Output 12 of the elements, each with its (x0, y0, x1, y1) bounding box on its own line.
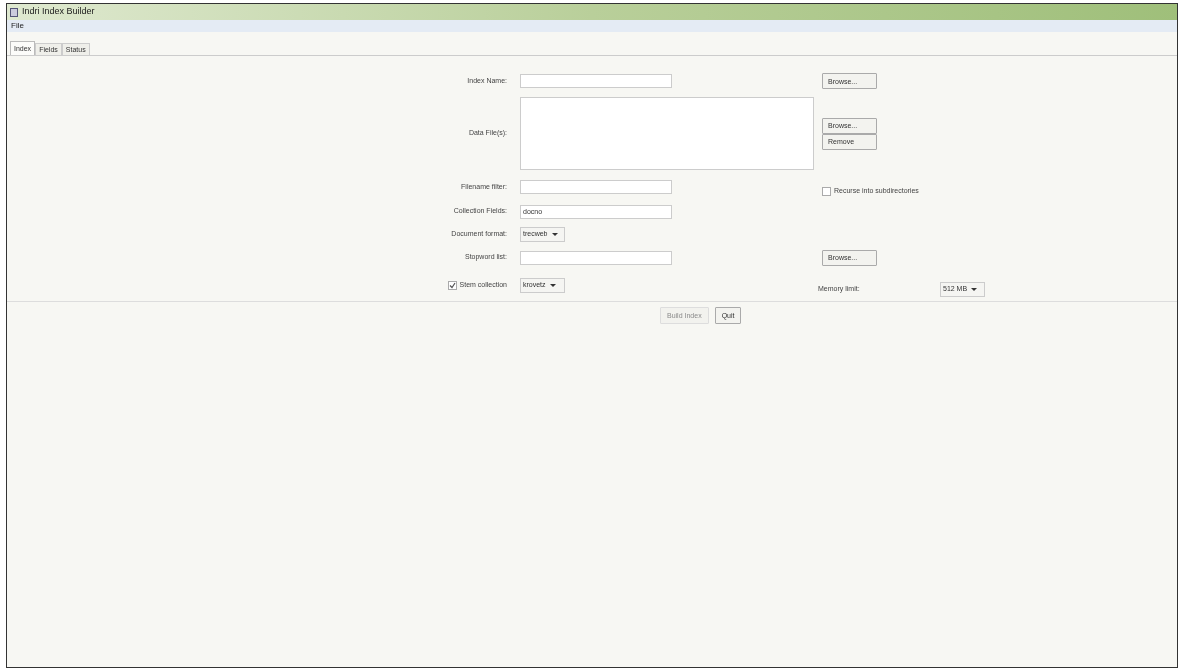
caret-icon (971, 287, 978, 291)
window-title: Indri Index Builder (22, 5, 95, 19)
checkbox[interactable] (447, 280, 457, 290)
input-field[interactable] (520, 250, 672, 265)
input-field[interactable] (520, 180, 672, 195)
app-icon (10, 7, 18, 17)
menu-item[interactable]: File (10, 20, 25, 32)
input-field[interactable] (520, 74, 672, 88)
checkbox[interactable] (822, 186, 831, 196)
caret-icon (551, 232, 558, 236)
caret-icon (549, 283, 556, 287)
list-box[interactable] (520, 97, 814, 170)
